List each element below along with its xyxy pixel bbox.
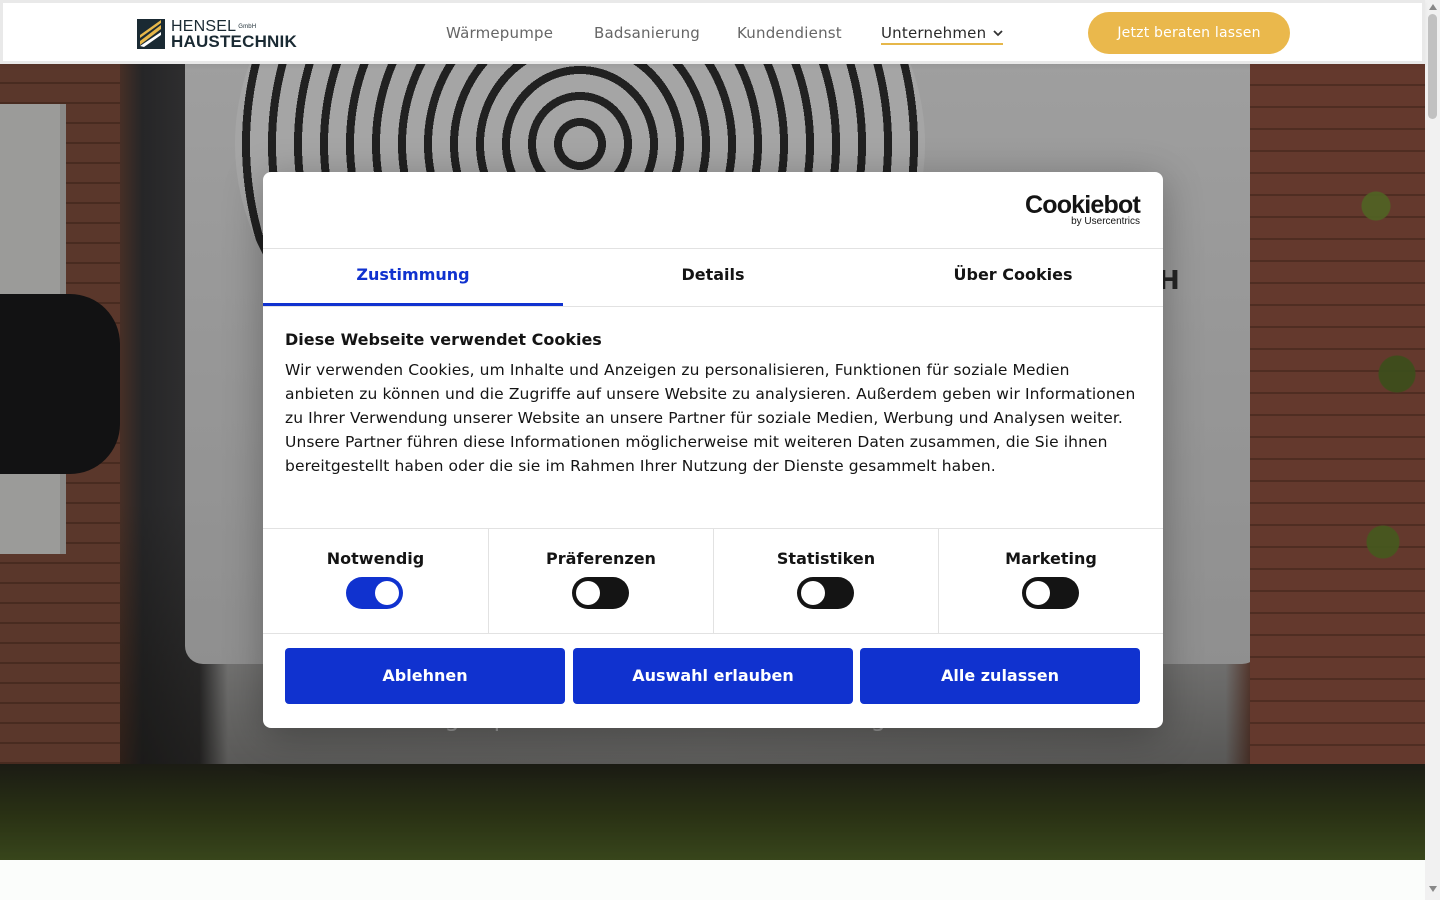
toggle-statistiken[interactable] (797, 577, 854, 609)
toggle-knob (801, 581, 825, 605)
scroll-up-arrow-icon[interactable] (1429, 4, 1437, 10)
cookie-consent-dialog: Cookiebot by Usercentrics Zustimmung Det… (263, 172, 1163, 728)
dialog-content: Diese Webseite verwendet Cookies Wir ver… (285, 330, 1141, 478)
page-bottom-strip (0, 860, 1425, 900)
toggle-group-statistiken: Statistiken (713, 529, 938, 633)
dialog-header: Cookiebot by Usercentrics (263, 172, 1163, 249)
site-header: HENSEL GmbH HAUSTECHNIK Wärmepumpe Badsan… (0, 0, 1425, 64)
dialog-buttons: Ablehnen Auswahl erlauben Alle zulassen (285, 648, 1141, 704)
dialog-tabs: Zustimmung Details Über Cookies (263, 248, 1163, 307)
tab-details[interactable]: Details (563, 248, 863, 306)
chevron-down-icon (993, 30, 1003, 37)
scrollbar-thumb[interactable] (1428, 14, 1437, 119)
toggle-praeferenzen[interactable] (572, 577, 629, 609)
dialog-title: Diese Webseite verwendet Cookies (285, 330, 602, 349)
toggle-notwendig[interactable] (346, 577, 403, 609)
nav-item-waermepumpe[interactable]: Wärmepumpe (446, 24, 553, 42)
allow-all-button[interactable]: Alle zulassen (860, 648, 1140, 704)
cookiebot-logo[interactable]: Cookiebot by Usercentrics (1024, 191, 1141, 228)
nav-item-unternehmen-label: Unternehmen (881, 24, 987, 42)
cookiebot-brand-name: Cookiebot (1024, 191, 1141, 219)
nav-item-badsanierung[interactable]: Badsanierung (594, 24, 700, 42)
toggle-group-praeferenzen: Präferenzen (488, 529, 713, 633)
tab-zustimmung[interactable]: Zustimmung (263, 248, 563, 306)
consent-toggles: Notwendig Präferenzen Statistiken Market… (263, 528, 1163, 634)
toggle-label-praeferenzen: Präferenzen (546, 549, 656, 568)
allow-selection-button[interactable]: Auswahl erlauben (573, 648, 853, 704)
deny-button[interactable]: Ablehnen (285, 648, 565, 704)
logo-text-bottom: HAUSTECHNIK (171, 32, 297, 51)
scroll-down-arrow-icon[interactable] (1429, 886, 1437, 892)
consultation-cta-button[interactable]: Jetzt beraten lassen (1088, 12, 1290, 54)
tab-ueber-cookies[interactable]: Über Cookies (863, 248, 1163, 306)
toggle-knob (576, 581, 600, 605)
logo-mark-icon (137, 19, 165, 49)
logo[interactable]: HENSEL GmbH HAUSTECHNIK (137, 18, 307, 51)
toggle-knob (1026, 581, 1050, 605)
toggle-marketing[interactable] (1022, 577, 1079, 609)
nav-item-kundendienst[interactable]: Kundendienst (737, 24, 842, 42)
page-scrollbar[interactable] (1425, 0, 1440, 900)
toggle-label-notwendig: Notwendig (326, 549, 425, 568)
toggle-group-marketing: Marketing (938, 529, 1163, 633)
toggle-label-statistiken: Statistiken (776, 549, 876, 568)
nav-item-unternehmen[interactable]: Unternehmen (881, 24, 1004, 45)
toggle-group-notwendig: Notwendig (263, 529, 488, 633)
dialog-description: Wir verwenden Cookies, um Inhalte und An… (285, 361, 1136, 475)
toggle-label-marketing: Marketing (1005, 549, 1097, 568)
toggle-knob (375, 581, 399, 605)
